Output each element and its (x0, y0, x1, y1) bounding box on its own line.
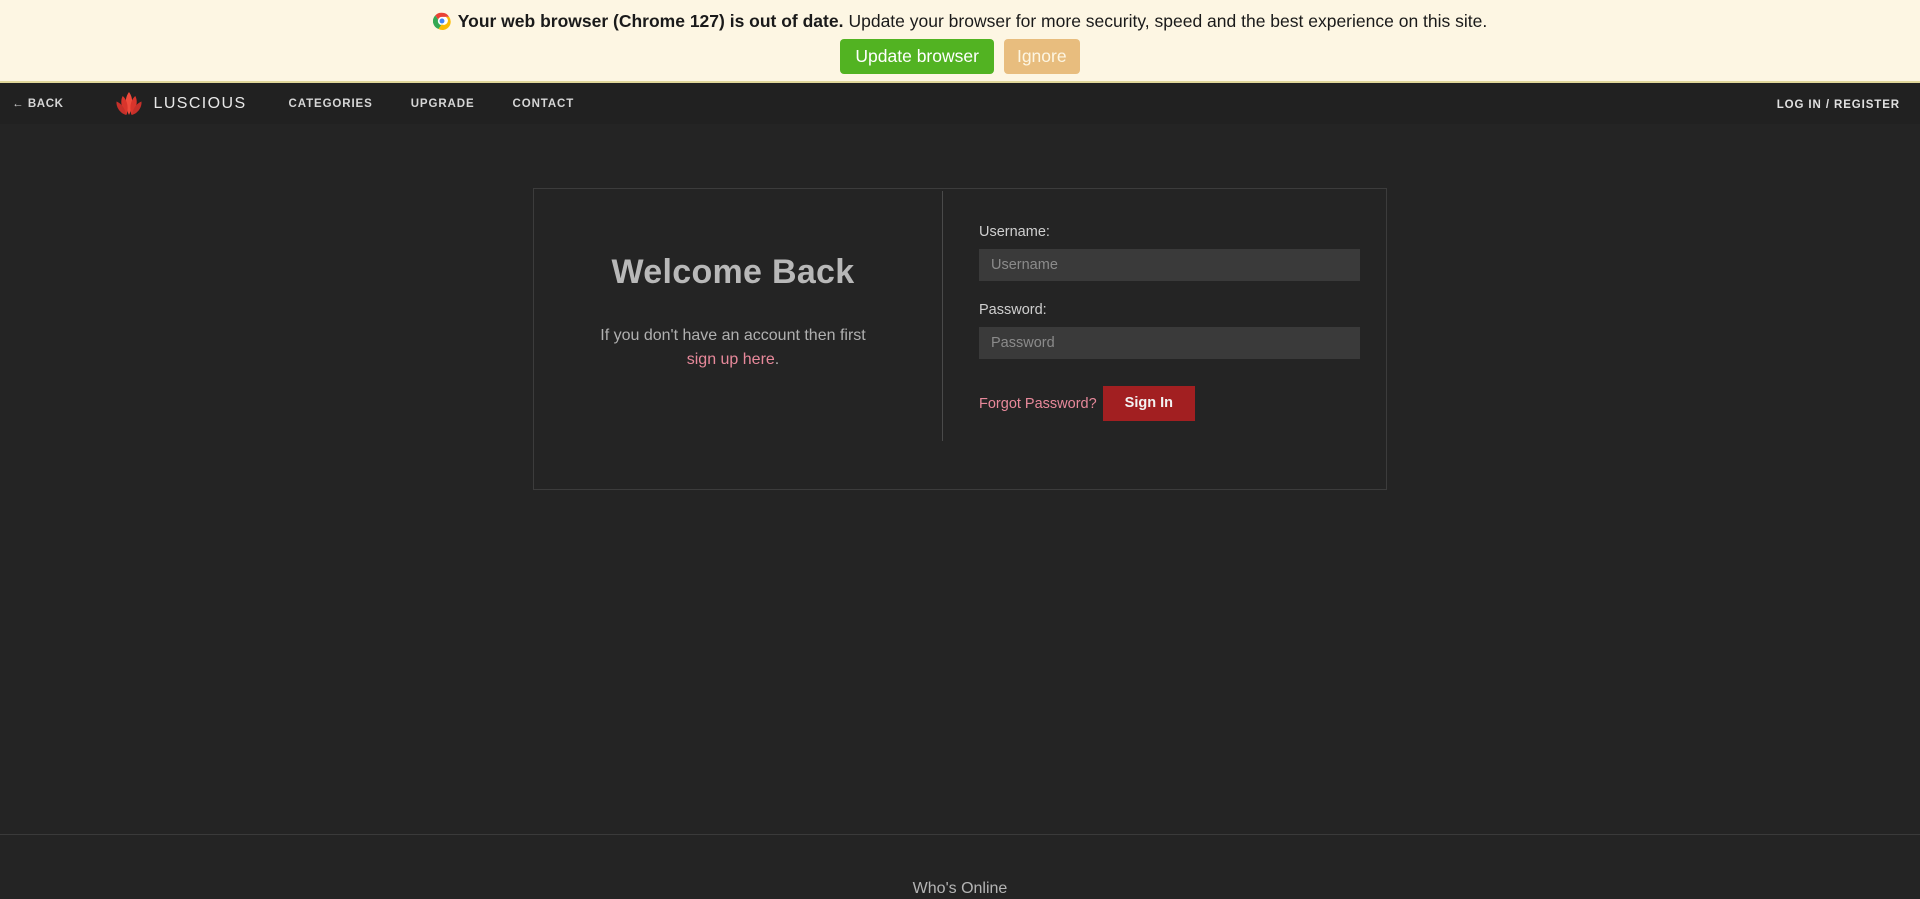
login-card-right-panel: Username: Password: Forgot Password? Sig… (943, 189, 1386, 489)
brand-name: LUSCIOUS (153, 94, 247, 112)
footer: Who's Online (0, 835, 1920, 897)
ignore-update-button[interactable]: Ignore (1003, 39, 1080, 74)
nav-right-group: LOG IN / REGISTER (1777, 95, 1900, 113)
login-card: Welcome Back If you don't have an accoun… (533, 188, 1387, 490)
password-field-group: Password: (979, 301, 1386, 359)
lotus-icon (112, 91, 146, 117)
signup-prompt: If you don't have an account then first … (554, 324, 912, 372)
forgot-password-link[interactable]: Forgot Password? (979, 396, 1097, 412)
banner-message-bold: Your web browser (Chrome 127) is out of … (457, 11, 844, 31)
username-label: Username: (979, 224, 1050, 240)
signup-prompt-period: . (774, 351, 780, 368)
password-input[interactable] (979, 327, 1360, 359)
signup-prompt-text: If you don't have an account then first (600, 327, 866, 344)
nav-link-contact[interactable]: CONTACT (513, 98, 575, 110)
signup-here-link[interactable]: sign up here (687, 351, 775, 368)
back-link[interactable]: ← BACK (12, 98, 64, 110)
username-input[interactable] (979, 249, 1360, 281)
chrome-icon (432, 12, 451, 30)
nav-link-categories[interactable]: CATEGORIES (289, 98, 373, 110)
banner-buttons: Update browser Ignore (0, 39, 1920, 74)
brand-logo-link[interactable]: LUSCIOUS (112, 91, 247, 117)
browser-update-banner: Your web browser (Chrome 127) is out of … (0, 0, 1920, 83)
whos-online-heading: Who's Online (912, 880, 1008, 897)
password-label: Password: (979, 302, 1047, 318)
sign-in-button[interactable]: Sign In (1102, 386, 1196, 421)
login-actions-row: Forgot Password? Sign In (979, 386, 1386, 421)
top-navigation-bar: ← BACK LUSCIOUS CATEGORIES UPGRADE CONTA… (0, 83, 1920, 124)
login-card-left-panel: Welcome Back If you don't have an accoun… (534, 189, 942, 489)
nav-links: CATEGORIES UPGRADE CONTACT (289, 98, 575, 110)
banner-message-rest: Update your browser for more security, s… (848, 11, 1488, 31)
update-browser-button[interactable]: Update browser (840, 39, 994, 74)
banner-message: Your web browser (Chrome 127) is out of … (0, 10, 1920, 32)
nav-link-upgrade[interactable]: UPGRADE (411, 98, 475, 110)
login-register-link[interactable]: LOG IN / REGISTER (1777, 99, 1900, 111)
username-field-group: Username: (979, 223, 1386, 281)
welcome-title: Welcome Back (611, 253, 855, 291)
